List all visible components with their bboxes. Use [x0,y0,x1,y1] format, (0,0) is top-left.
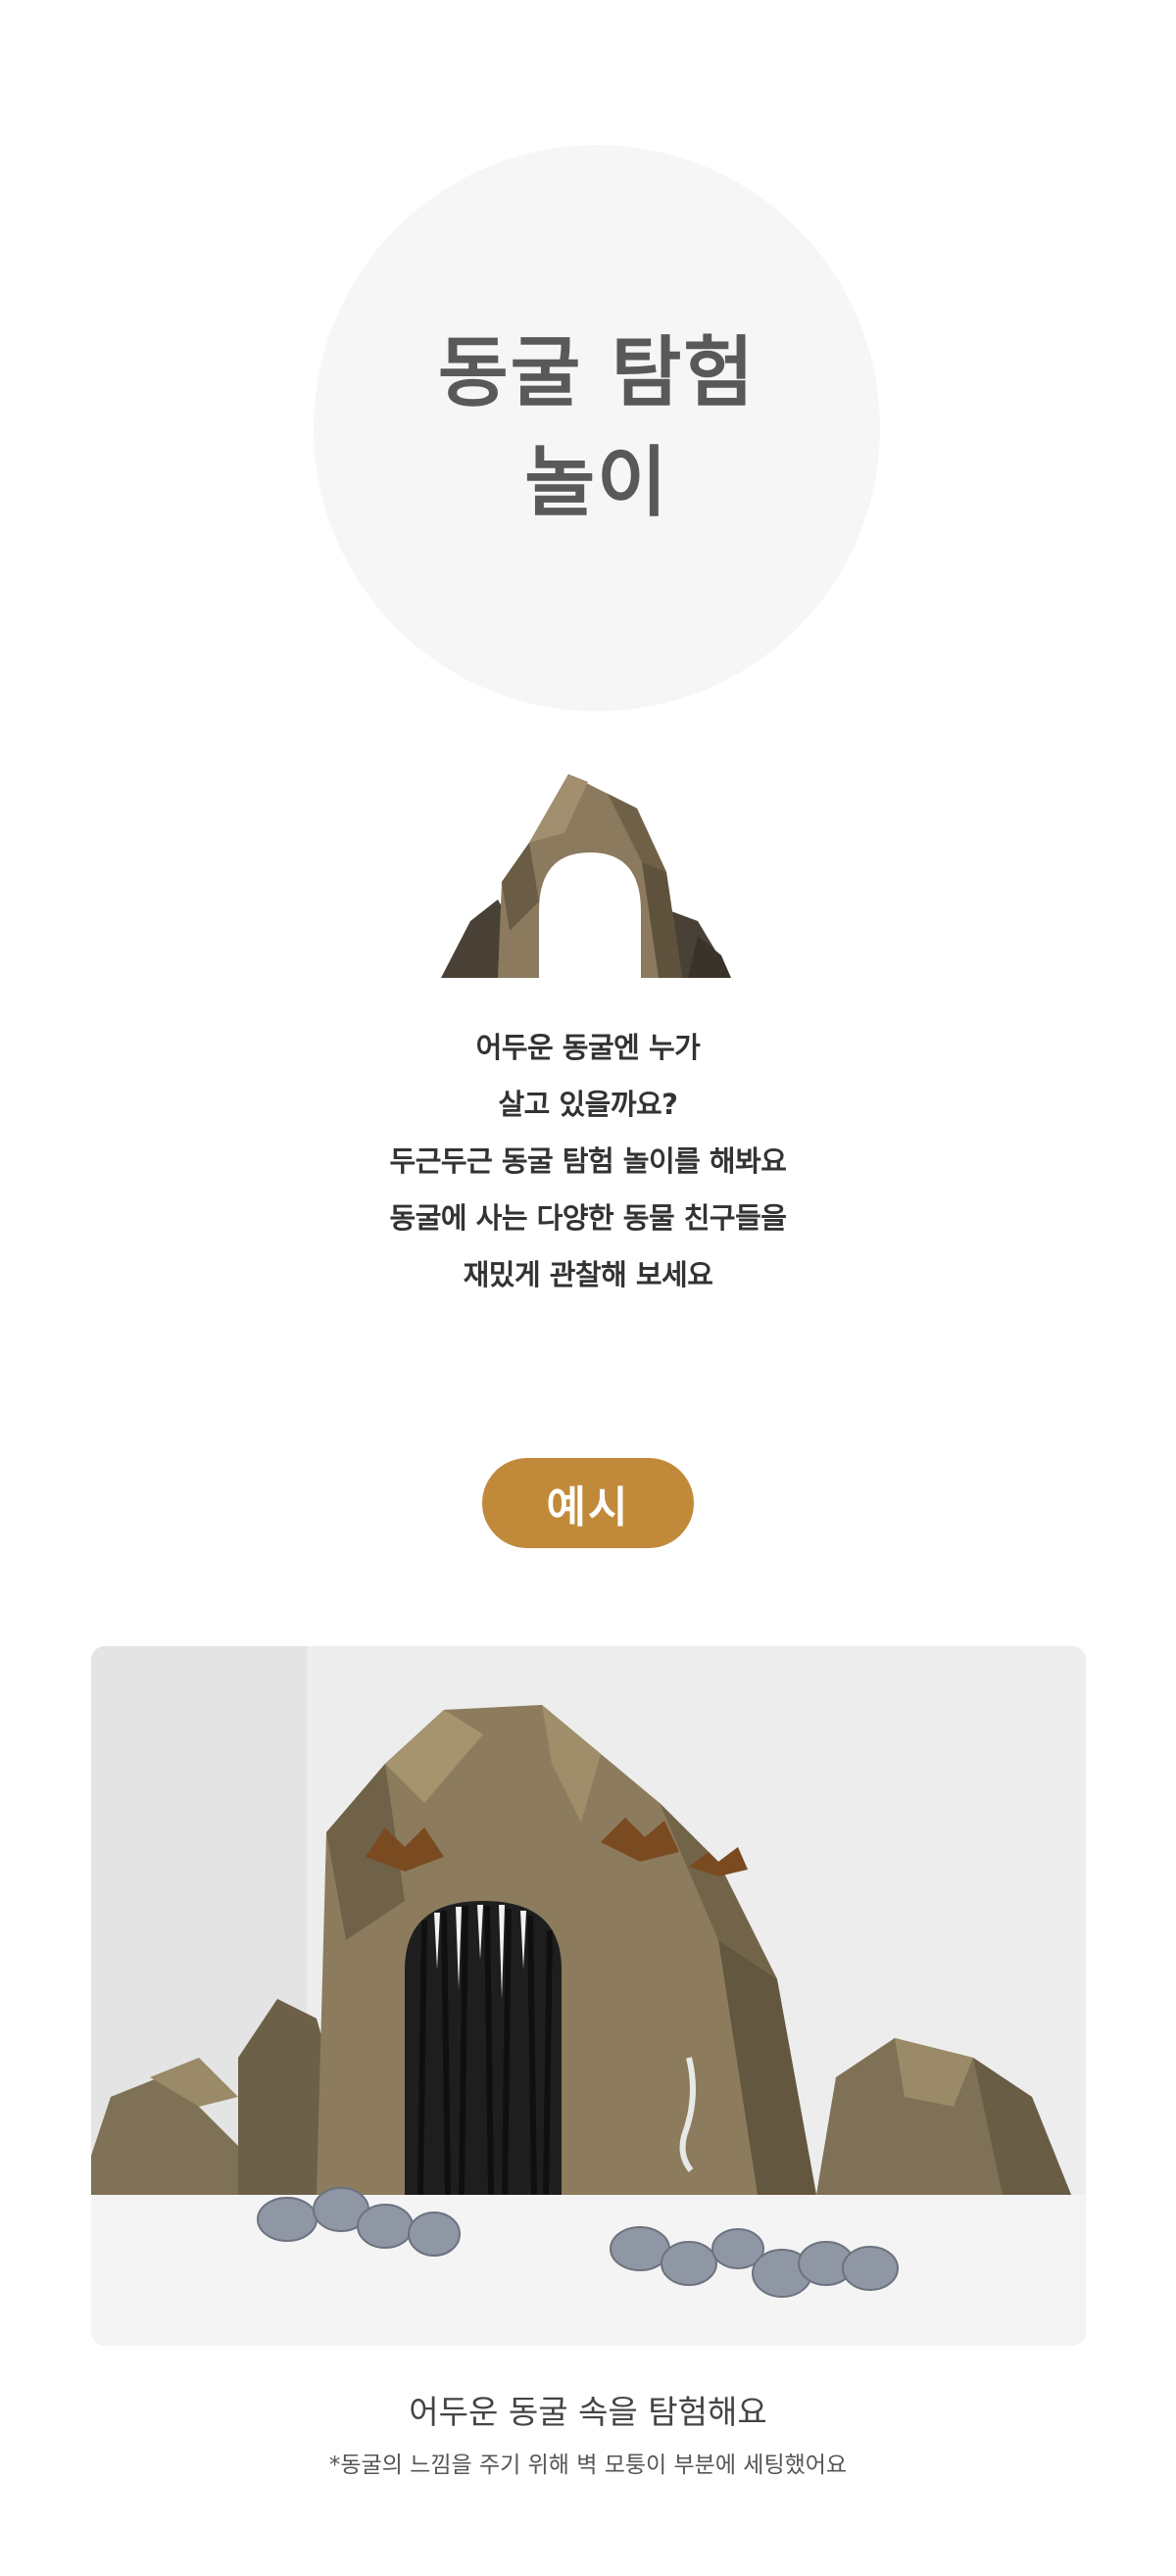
cave-arch-icon [441,774,735,980]
intro-line: 어두운 동굴엔 누가 [475,1031,701,1064]
intro-line: 살고 있을까요? [498,1088,679,1121]
intro-text: 어두운 동굴엔 누가 살고 있을까요? 두근두근 동굴 탐험 놀이를 해봐요 동… [0,1019,1176,1303]
intro-line: 동굴에 사는 다양한 동물 친구들을 [389,1201,787,1235]
intro-line: 두근두근 동굴 탐험 놀이를 해봐요 [389,1144,787,1178]
example-badge: 예시 [482,1458,694,1548]
page-title-line-2: 놀이 [524,439,669,527]
page-title-line-1: 동굴 탐험 [437,329,757,417]
example-note: *동굴의 느낌을 주기 위해 벽 모퉁이 부분에 세팅했어요 [328,2453,848,2478]
title-circle: 동굴 탐험 놀이 [314,145,880,711]
example-photo [91,1646,1086,2346]
example-caption: 어두운 동굴 속을 탐험해요 [409,2393,767,2431]
intro-line: 재밌게 관찰해 보세요 [463,1258,713,1291]
